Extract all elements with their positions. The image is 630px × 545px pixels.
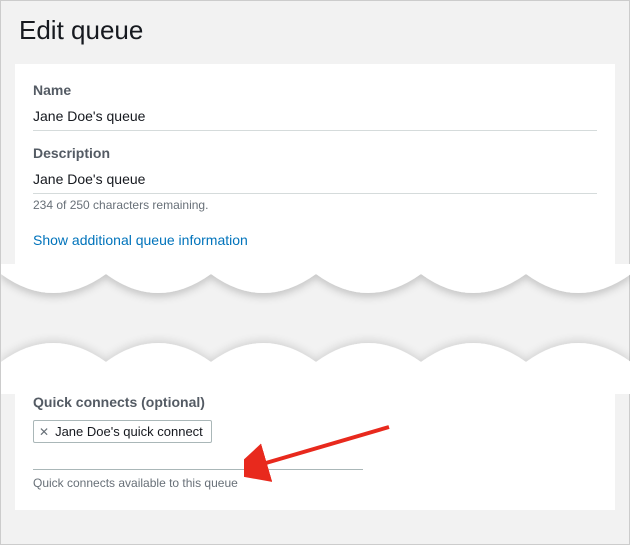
content-break-decoration: [1, 266, 629, 376]
quick-connects-label: Quick connects (optional): [33, 394, 597, 410]
description-input[interactable]: Jane Doe's queue: [33, 167, 597, 194]
page-title: Edit queue: [1, 1, 629, 64]
show-additional-info-link[interactable]: Show additional queue information: [33, 232, 248, 248]
quick-connects-card: Quick connects (optional) ✕ Jane Doe's q…: [15, 376, 615, 510]
name-input[interactable]: Jane Doe's queue: [33, 104, 597, 131]
name-label: Name: [33, 82, 597, 98]
remove-chip-icon[interactable]: ✕: [39, 426, 49, 438]
description-char-count: 234 of 250 characters remaining.: [33, 198, 597, 212]
queue-details-card: Name Jane Doe's queue Description Jane D…: [15, 64, 615, 266]
chip-label: Jane Doe's quick connect: [55, 424, 203, 439]
quick-connects-available-label: Quick connects available to this queue: [33, 476, 597, 490]
divider: [33, 469, 363, 470]
description-label: Description: [33, 145, 597, 161]
quick-connect-chip[interactable]: ✕ Jane Doe's quick connect: [33, 420, 212, 443]
